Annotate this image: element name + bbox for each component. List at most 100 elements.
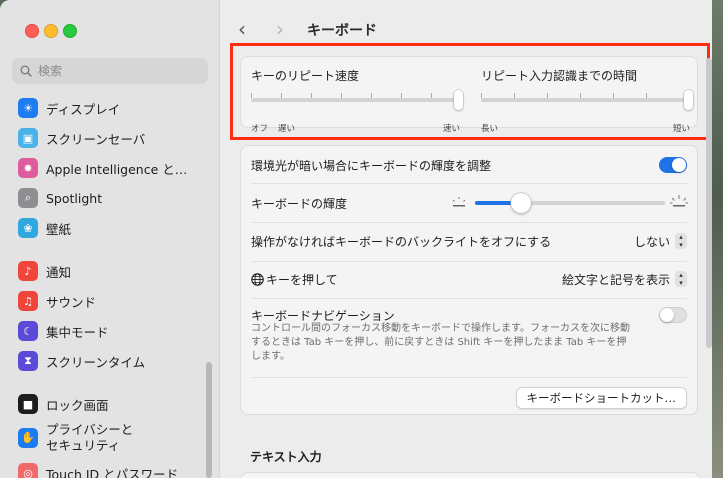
sidebar-item[interactable]: ⧗ スクリーンタイム	[18, 350, 145, 372]
tick-label-fast: 速い	[443, 124, 461, 134]
repeat-delay-label: リピート入力認識までの時間	[481, 69, 638, 83]
sidebar-item-label: サウンド	[46, 294, 97, 310]
sidebar-item[interactable]: ⌕ Spotlight	[18, 187, 102, 209]
fingerprint-icon: ◎	[18, 463, 38, 478]
tick-mark	[514, 93, 515, 98]
sidebar-item-label: Touch ID とパスワード	[46, 466, 179, 478]
updown-chevron-icon: ▴ ▾	[675, 271, 687, 287]
tick-mark	[613, 93, 614, 98]
sidebar-item-label: プライバシーと セキュリティ	[46, 422, 134, 453]
search-icon	[20, 65, 32, 77]
back-button[interactable]: ‹	[238, 17, 246, 41]
sidebar-scrollbar[interactable]	[206, 362, 212, 478]
key-repeat-card: キーのリピート速度 オフ 遅い 速い リピート入力認識までの時間 長い 短い	[240, 56, 698, 134]
tick-mark	[547, 93, 548, 98]
brightness-knob[interactable]	[510, 193, 531, 213]
tick-label-short: 短い	[673, 124, 691, 134]
sidebar-item-label: ロック画面	[46, 397, 109, 413]
sidebar-item[interactable]: ☾ 集中モード	[18, 320, 109, 342]
sidebar-item-label: スクリーンセーバ	[46, 131, 146, 147]
apple-intelligence-icon: ✸	[18, 158, 38, 178]
key-repeat-slider-knob[interactable]	[454, 90, 463, 110]
main-pane: ‹ › キーボード キーのリピート速度 オフ 遅い 速い リピート入力認識までの…	[220, 0, 712, 478]
globe-key-value: 絵文字と記号を表示	[561, 272, 670, 287]
divider	[251, 183, 687, 184]
desktop-backdrop	[712, 0, 723, 478]
sidebar-item[interactable]: ♪ 通知	[18, 260, 71, 282]
backlight-off-popup[interactable]: しない ▴ ▾	[634, 233, 687, 250]
keyboard-settings-card: 環境光が暗い場合にキーボードの輝度を調整 キーボードの輝度 操作がなければキーボ…	[240, 145, 698, 415]
divider	[251, 261, 687, 262]
tick-mark	[431, 93, 432, 98]
chevron-right-icon: ›	[276, 17, 284, 41]
sidebar-item-label: 通知	[46, 264, 72, 280]
keyboard-navigation-label: キーボードナビゲーション	[251, 308, 395, 323]
divider	[251, 377, 687, 378]
screensaver-icon: ▣	[18, 128, 38, 148]
brightness-low-icon	[452, 197, 466, 207]
ambient-light-row: 環境光が暗い場合にキーボードの輝度を調整	[251, 155, 687, 175]
search-input[interactable]	[36, 63, 200, 79]
toggle-knob	[660, 308, 674, 322]
tick-mark	[401, 93, 402, 98]
sidebar-item[interactable]: ◎ Touch ID とパスワード	[18, 462, 178, 478]
tick-mark	[580, 93, 581, 98]
sidebar-item-label: Spotlight	[46, 190, 103, 206]
keyboard-shortcuts-button[interactable]: キーボードショートカット…	[515, 387, 687, 409]
globe-icon	[251, 272, 264, 286]
sidebar-item[interactable]: ♫ サウンド	[18, 290, 96, 312]
sidebar-item[interactable]: ■ ロック画面	[18, 393, 109, 415]
sidebar: ☀ ディスプレイ ▣ スクリーンセーバ ✸ Apple Intelligence と… ⌕ S…	[0, 0, 220, 478]
repeat-delay-track[interactable]	[481, 98, 693, 102]
sidebar-item[interactable]: ✋ プライバシーと セキュリティ	[18, 421, 133, 455]
hourglass-icon: ⧗	[18, 351, 38, 371]
backlight-off-label: 操作がなければキーボードのバックライトをオフにする	[251, 234, 552, 249]
sidebar-item[interactable]: ✸ Apple Intelligence と…	[18, 157, 187, 179]
key-repeat-track[interactable]	[251, 98, 463, 102]
brightness-label: キーボードの輝度	[251, 196, 348, 211]
sidebar-item-label: ディスプレイ	[46, 101, 121, 117]
bell-icon: ♪	[18, 261, 38, 281]
globe-key-popup[interactable]: 絵文字と記号を表示 ▴ ▾	[562, 271, 687, 288]
repeat-delay-slider-knob[interactable]	[684, 90, 693, 110]
wallpaper-icon: ❀	[18, 218, 38, 238]
keyboard-navigation-description: コントロール間のフォーカス移動をキーボードで操作します。フォーカスを次に移動する…	[251, 323, 630, 362]
chevron-left-icon: ‹	[238, 17, 246, 41]
sidebar-item[interactable]: ❀ 壁紙	[18, 217, 71, 239]
brightness-high-icon	[670, 195, 688, 207]
globe-key-row: キーを押して 絵文字と記号を表示 ▴ ▾	[251, 269, 687, 289]
tick-label-slow: 遅い	[278, 124, 296, 134]
sidebar-item-label: 集中モード	[46, 324, 109, 340]
tick-label-off: オフ	[251, 124, 269, 134]
repeat-delay-slider-group: リピート入力認識までの時間 長い 短い	[481, 67, 693, 134]
close-window-button[interactable]	[25, 24, 39, 38]
system-settings-window: ☀ ディスプレイ ▣ スクリーンセーバ ✸ Apple Intelligence と… ⌕ S…	[0, 0, 712, 478]
globe-key-label: キーを押して	[266, 272, 338, 287]
text-input-card	[240, 472, 700, 478]
search-field[interactable]	[12, 58, 208, 84]
toggle-knob	[672, 158, 686, 172]
ambient-light-toggle[interactable]	[659, 157, 687, 173]
sidebar-item[interactable]: ▣ スクリーンセーバ	[18, 127, 145, 149]
lock-icon: ■	[18, 394, 38, 414]
sidebar-item-label: Apple Intelligence と…	[46, 161, 188, 177]
tick-mark	[371, 93, 372, 98]
sidebar-item-label: スクリーンタイム	[46, 354, 146, 370]
tick-mark	[281, 93, 282, 98]
key-repeat-slider-group: キーのリピート速度 オフ 遅い 速い	[251, 67, 463, 134]
tick-mark	[646, 93, 647, 98]
backlight-off-row: 操作がなければキーボードのバックライトをオフにする しない ▴ ▾	[251, 231, 687, 251]
display-icon: ☀	[18, 98, 38, 118]
backlight-off-value: しない	[633, 234, 670, 249]
tick-mark	[481, 93, 482, 98]
tick-label-long: 長い	[481, 124, 499, 134]
minimize-window-button[interactable]	[44, 24, 58, 38]
zoom-window-button[interactable]	[63, 24, 77, 38]
sidebar-item-label: 壁紙	[46, 221, 72, 237]
brightness-row: キーボードの輝度	[251, 192, 689, 214]
keyboard-navigation-toggle[interactable]	[659, 307, 687, 323]
brightness-slider[interactable]	[449, 192, 689, 213]
divider	[251, 222, 687, 223]
sidebar-item[interactable]: ☀ ディスプレイ	[18, 97, 120, 119]
forward-button[interactable]: ›	[276, 17, 284, 41]
